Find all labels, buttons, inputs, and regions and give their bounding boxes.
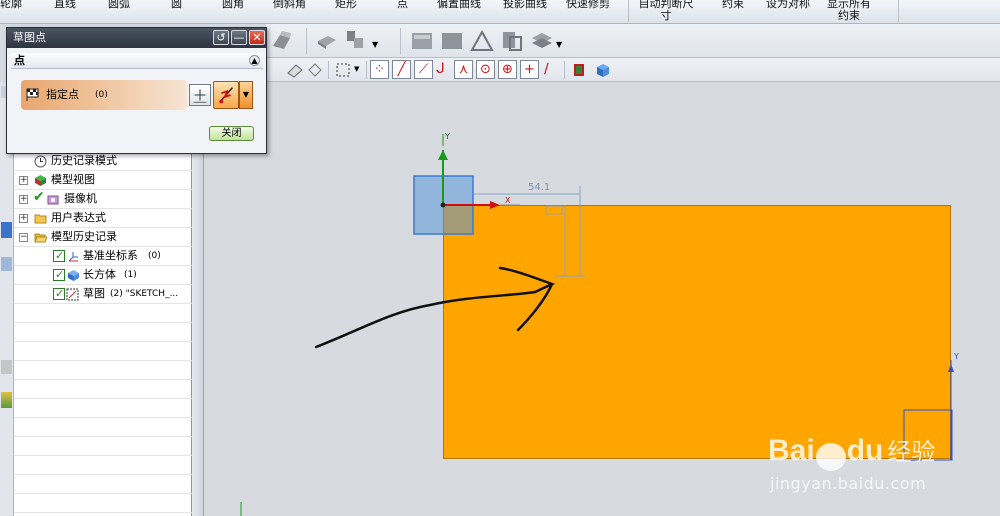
x-axis-label: X	[505, 196, 511, 205]
watermark-url: jingyan.baidu.com	[770, 474, 927, 493]
close-icon[interactable]: ✕	[249, 30, 265, 45]
specify-point-count: (0)	[95, 90, 108, 100]
sketch-point-dialog: 草图点 ↺ — ✕ 点 ▲ 指定点 (0) ▼ 关闭	[6, 27, 267, 154]
y-axis-arrow-icon	[438, 150, 448, 160]
minimize-icon[interactable]: —	[231, 30, 247, 45]
checkered-flag-icon	[26, 88, 39, 101]
point-type-dropdown-icon[interactable]: ▼	[239, 81, 253, 109]
specify-point-label: 指定点	[46, 88, 79, 101]
origin-point-icon	[440, 202, 446, 208]
triad-y-label: Y	[954, 352, 959, 361]
logo-text-du: du	[846, 434, 884, 467]
dimension-tag	[545, 205, 563, 215]
reset-icon[interactable]: ↺	[213, 30, 229, 45]
point-section-header[interactable]: 点 ▲	[11, 53, 263, 69]
small-axis-arrow-icon	[948, 364, 954, 372]
section-title: 点	[14, 54, 25, 67]
logo-text-bai: Bai	[768, 434, 815, 467]
inferred-point-button[interactable]	[213, 81, 239, 109]
close-button[interactable]: 关闭	[209, 126, 254, 141]
baidu-jingyan-logo: Bai du 经验	[768, 432, 935, 471]
logo-text-jingyan: 经验	[887, 438, 936, 466]
point-dialog-button[interactable]	[189, 84, 211, 106]
y-axis-label: Y	[445, 132, 450, 141]
x-axis-arrow-icon	[490, 201, 500, 209]
dimension-value[interactable]: 54.1	[528, 182, 550, 193]
specify-point-selector[interactable]: 指定点 (0)	[21, 80, 187, 110]
annotation-arrow-icon	[314, 266, 556, 349]
collapse-section-icon[interactable]: ▲	[249, 55, 260, 66]
paw-icon	[815, 443, 846, 471]
